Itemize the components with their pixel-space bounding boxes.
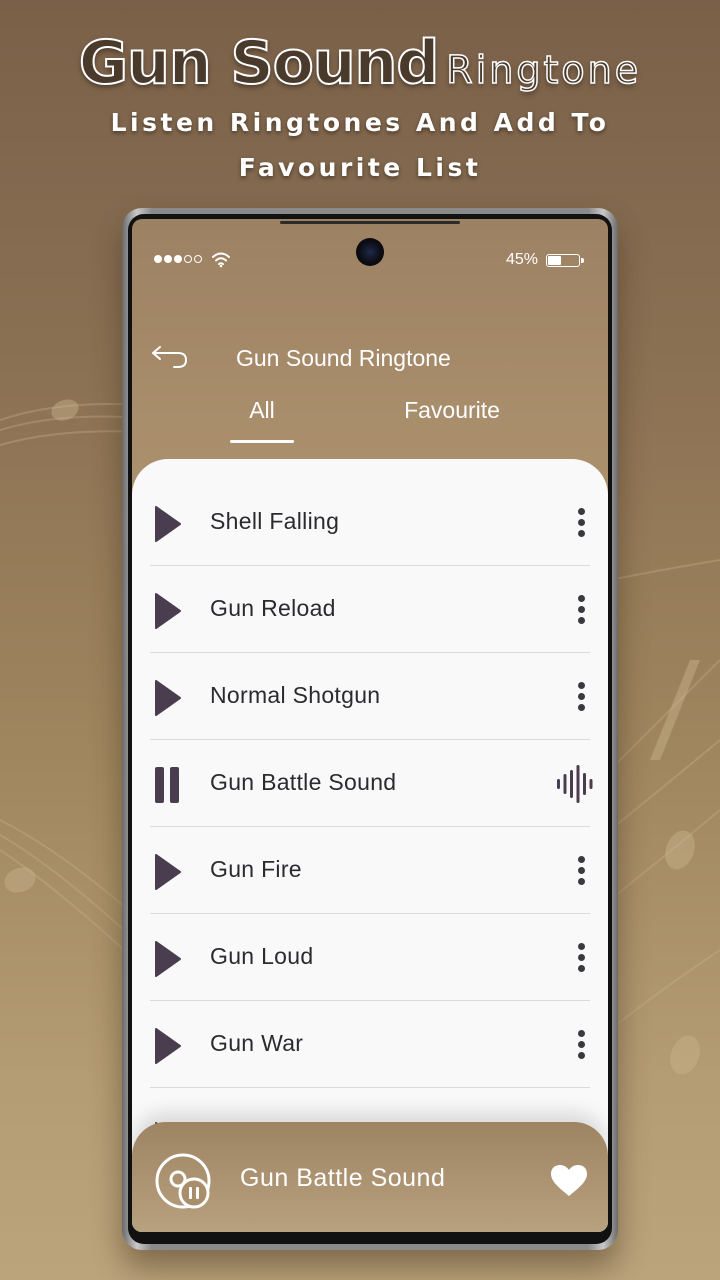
promo-title: Gun Sound Ringtone — [0, 27, 720, 99]
ringtone-row[interactable]: Gun Fire — [150, 827, 590, 914]
ringtone-row[interactable]: Gun Battle Sound — [150, 740, 593, 827]
app-header: Gun Sound Ringtone — [150, 337, 590, 377]
play-icon[interactable] — [154, 505, 182, 543]
sound-wave-icon — [557, 765, 593, 803]
more-vertical-icon[interactable] — [578, 682, 586, 712]
heart-icon[interactable] — [550, 1164, 588, 1198]
ringtone-name: Normal Shotgun — [210, 682, 381, 708]
now-playing-bar[interactable]: Gun Battle Sound — [132, 1122, 608, 1232]
tab-bar: All Favourite — [132, 397, 608, 443]
ringtone-name: Gun Fire — [210, 856, 302, 882]
battery-percent: 45% — [505, 251, 538, 268]
ringtone-name: Gun War — [210, 1030, 304, 1056]
more-vertical-icon[interactable] — [578, 856, 586, 886]
ringtone-row[interactable]: Gun Reload — [150, 566, 590, 653]
back-arrow-icon[interactable] — [150, 341, 190, 373]
ringtone-list: Shell Falling Gun Reload Normal Shotgun Gun… — [132, 459, 608, 1232]
signal-dot — [164, 255, 172, 263]
wifi-icon — [212, 252, 230, 268]
ringtone-name: Gun Reload — [210, 595, 336, 621]
tab-favourite[interactable]: Favourite — [390, 397, 514, 443]
ringtone-row[interactable]: Shell Falling — [150, 479, 590, 566]
play-icon[interactable] — [154, 1027, 182, 1065]
ringtone-row[interactable]: Gun Loud — [150, 914, 590, 1001]
signal-dot — [184, 255, 192, 263]
row-divider — [150, 1086, 590, 1088]
more-vertical-icon[interactable] — [578, 508, 586, 538]
ringtone-row[interactable]: Normal Shotgun — [150, 653, 590, 740]
now-playing-title: Gun Battle Sound — [240, 1164, 446, 1192]
signal-dot — [154, 255, 162, 263]
play-icon[interactable] — [154, 940, 182, 978]
status-bar: 45% — [154, 251, 584, 271]
more-vertical-icon[interactable] — [578, 1030, 586, 1060]
promo-subtitle-line2: Favourite List — [238, 153, 482, 182]
pause-icon[interactable] — [154, 766, 180, 804]
promo-title-light: Ringtone — [446, 47, 642, 93]
more-vertical-icon[interactable] — [578, 595, 586, 625]
promo-title-bold: Gun Sound — [78, 27, 440, 99]
phone-bezel: 45% Gun Sound Ringtone All Favourite She… — [128, 214, 612, 1244]
tab-all[interactable]: All — [230, 397, 294, 443]
disc-pause-icon[interactable] — [154, 1152, 212, 1210]
more-vertical-icon[interactable] — [578, 943, 586, 973]
battery-level — [548, 256, 562, 265]
signal-strength-icon — [154, 255, 202, 263]
promo-subtitle-line1: Listen Ringtones And Add To — [110, 108, 610, 137]
signal-dot — [174, 255, 182, 263]
play-icon[interactable] — [154, 853, 182, 891]
play-icon[interactable] — [154, 592, 182, 630]
signal-dot — [194, 255, 202, 263]
app-screen: 45% Gun Sound Ringtone All Favourite She… — [132, 219, 608, 1232]
ringtone-row[interactable]: Gun War — [150, 1001, 590, 1088]
ringtone-name: Gun Loud — [210, 943, 314, 969]
phone-frame: 45% Gun Sound Ringtone All Favourite She… — [122, 208, 618, 1250]
speaker-slot — [280, 221, 460, 224]
app-title: Gun Sound Ringtone — [236, 345, 451, 371]
ringtone-name: Gun Battle Sound — [210, 769, 397, 795]
battery-icon — [546, 254, 584, 267]
play-icon[interactable] — [154, 679, 182, 717]
ringtone-name: Shell Falling — [210, 508, 340, 534]
